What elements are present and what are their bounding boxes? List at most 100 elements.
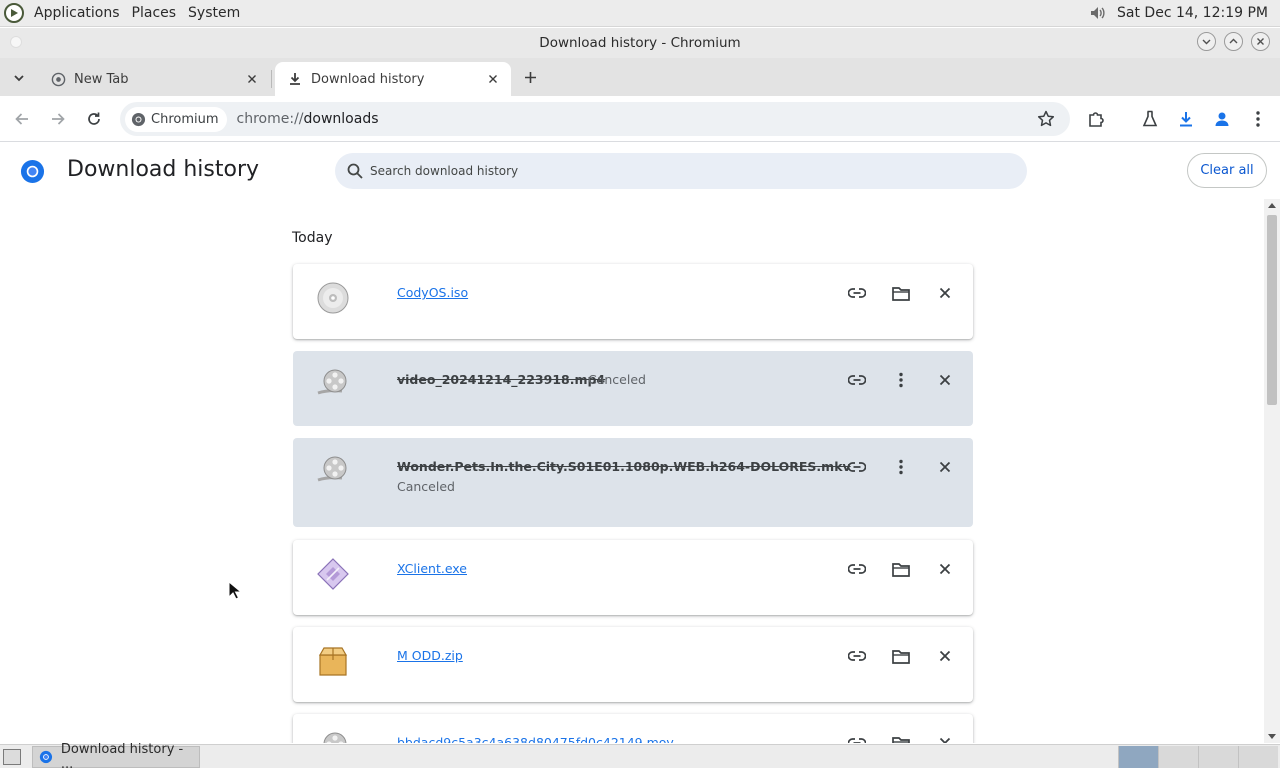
close-icon (1257, 38, 1264, 45)
tab-label: Download history (311, 71, 425, 87)
download-status: Canceled (397, 479, 455, 494)
folder-icon (892, 649, 910, 664)
scroll-down-icon[interactable] (1268, 734, 1276, 739)
url-text[interactable]: chrome://downloads (237, 111, 379, 127)
scroll-up-icon[interactable] (1268, 203, 1276, 208)
downloads-button[interactable] (1174, 107, 1198, 131)
new-tab-button[interactable] (519, 66, 541, 88)
link-icon (848, 738, 866, 743)
remove-item-button[interactable] (933, 557, 957, 581)
puzzle-icon (1089, 112, 1104, 127)
system-menu[interactable]: System (182, 5, 246, 21)
show-in-folder-button[interactable] (889, 644, 913, 668)
browser-toolbar: Chromium chrome://downloads (0, 96, 1280, 142)
remove-item-button[interactable] (933, 281, 957, 305)
desktop-top-panel: Applications Places System Sat Dec 14, 1… (0, 0, 1280, 27)
scrollbar-thumb[interactable] (1267, 215, 1277, 405)
clock[interactable]: Sat Dec 14, 12:19 PM (1117, 5, 1268, 21)
site-chip-label: Chromium (151, 111, 219, 127)
arrow-left-icon (15, 113, 28, 125)
site-info-chip[interactable]: Chromium (125, 106, 227, 132)
applications-menu[interactable]: Applications (28, 5, 126, 21)
maximize-button[interactable] (1224, 32, 1243, 51)
extensions-button[interactable] (1084, 107, 1108, 131)
taskbar-window-button[interactable]: Download history - ... (32, 742, 200, 768)
volume-icon[interactable] (1089, 4, 1107, 22)
tab-label: New Tab (74, 71, 129, 87)
remove-item-button[interactable] (933, 644, 957, 668)
copy-link-button[interactable] (845, 731, 869, 743)
search-icon (347, 163, 363, 179)
address-bar[interactable]: Chromium chrome://downloads (120, 102, 1070, 136)
file-link[interactable]: Wonder.Pets.In.the.City.S01E01.1080p.WEB… (397, 459, 851, 474)
search-input[interactable] (370, 164, 970, 178)
downloads-page: Download history Clear all Today CodyOS.… (0, 143, 1280, 743)
workspace-1[interactable] (1118, 746, 1158, 768)
link-icon (848, 651, 866, 661)
remove-item-button[interactable] (933, 731, 957, 743)
download-item: video_20241214_223918.mp4 Canceled (293, 351, 973, 426)
window-title: Download history - Chromium (539, 35, 741, 51)
file-link[interactable]: video_20241214_223918.mp4 (397, 372, 605, 387)
close-tab-button[interactable] (485, 71, 501, 87)
forward-button[interactable] (46, 107, 70, 131)
link-icon (848, 375, 866, 385)
chevron-down-icon (14, 75, 24, 82)
show-in-folder-button[interactable] (889, 281, 913, 305)
close-icon (939, 650, 951, 662)
file-link[interactable]: XClient.exe (397, 561, 467, 576)
copy-link-button[interactable] (845, 557, 869, 581)
close-window-button[interactable] (1251, 32, 1270, 51)
file-link[interactable]: M ODD.zip (397, 648, 463, 663)
file-link[interactable]: CodyOS.iso (397, 285, 468, 300)
menu-button[interactable] (1246, 107, 1270, 131)
page-scrollbar[interactable] (1264, 199, 1280, 743)
tab-new-tab[interactable]: New Tab (38, 62, 270, 96)
copy-link-button[interactable] (845, 368, 869, 392)
clear-all-button[interactable]: Clear all (1187, 153, 1267, 188)
archive-icon (318, 647, 348, 676)
chromium-icon (131, 112, 146, 126)
download-icon (287, 71, 303, 87)
bookmark-star-icon[interactable] (1036, 109, 1056, 129)
show-in-folder-button[interactable] (889, 557, 913, 581)
copy-link-button[interactable] (845, 644, 869, 668)
reload-button[interactable] (82, 107, 106, 131)
workspace-4[interactable] (1238, 746, 1278, 768)
labs-button[interactable] (1138, 107, 1162, 131)
taskbar-window-label: Download history - ... (60, 742, 184, 768)
executable-icon (317, 558, 349, 590)
chevron-down-icon (1202, 39, 1211, 45)
tab-strip: New Tab Download history (0, 58, 1280, 96)
window-titlebar[interactable]: Download history - Chromium (0, 28, 1280, 58)
film-reel-icon (317, 456, 347, 482)
remove-item-button[interactable] (933, 368, 957, 392)
copy-link-button[interactable] (845, 455, 869, 479)
download-status: Canceled (588, 372, 646, 387)
tab-download-history[interactable]: Download history (275, 62, 511, 96)
download-item: CodyOS.iso (293, 264, 973, 339)
arrow-right-icon (52, 113, 65, 125)
download-item: M ODD.zip (293, 627, 973, 702)
distro-logo-icon[interactable] (4, 3, 24, 23)
more-actions-button[interactable] (889, 455, 913, 479)
show-in-folder-button[interactable] (889, 731, 913, 743)
close-tab-button[interactable] (244, 71, 260, 87)
more-actions-button[interactable] (889, 368, 913, 392)
tab-separator (271, 70, 272, 88)
remove-item-button[interactable] (933, 455, 957, 479)
profile-button[interactable] (1210, 107, 1234, 131)
chevron-up-icon (1229, 38, 1238, 44)
back-button[interactable] (10, 107, 34, 131)
file-link[interactable]: bbdacd9c5a3c4a638d80475fd0c42149.mov (397, 735, 674, 743)
places-menu[interactable]: Places (126, 5, 183, 21)
show-desktop-button[interactable] (3, 749, 21, 765)
workspace-2[interactable] (1158, 746, 1198, 768)
tab-search-button[interactable] (8, 67, 30, 89)
search-downloads[interactable] (335, 153, 1027, 189)
copy-link-button[interactable] (845, 281, 869, 305)
minimize-button[interactable] (1197, 32, 1216, 51)
window-menu-icon[interactable] (10, 36, 22, 48)
close-icon (939, 461, 951, 473)
workspace-3[interactable] (1198, 746, 1238, 768)
